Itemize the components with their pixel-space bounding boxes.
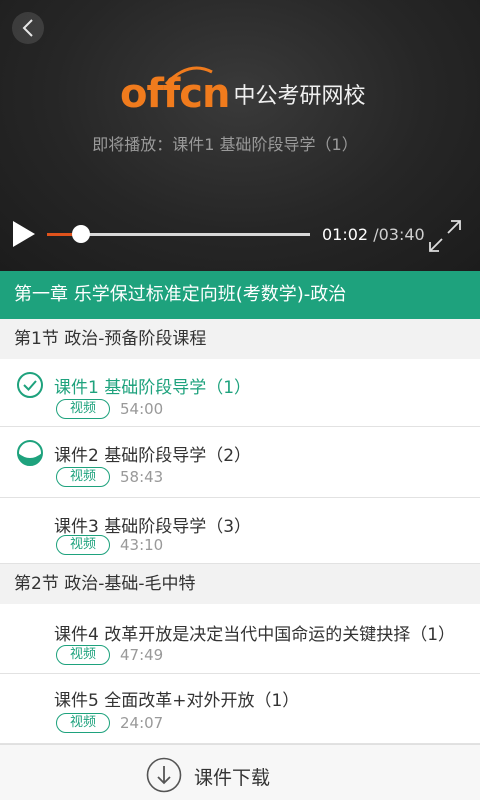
progress-knob[interactable] [72,225,91,243]
lesson-title: 课件5 全面改革+对外开放（1） [54,691,300,711]
play-button[interactable] [11,220,37,248]
video-tag: 视频 [56,713,110,733]
fullscreen-icon [429,220,461,252]
section-header[interactable]: 第1节 政治-预备阶段课程 [0,319,480,359]
now-playing-text: 即将播放：课件1 基础阶段导学（1） [92,135,358,154]
section-header[interactable]: 第2节 政治-基础-毛中特 [0,564,480,604]
lesson-title: 课件1 基础阶段导学（1） [54,378,252,398]
video-tag: 视频 [56,399,110,419]
lesson-duration: 58:43 [120,468,164,486]
lesson-duration: 24:07 [120,714,164,732]
lesson-item[interactable]: 课件1 基础阶段导学（1） 视频 54:00 [0,359,480,427]
video-tag: 视频 [56,467,110,487]
half-circle-icon [17,440,43,466]
chevron-left-icon [22,19,33,37]
lesson-title: 课件4 改革开放是决定当代中国命运的关键抉择（1） [54,625,456,645]
play-icon [13,221,35,247]
progress-bar[interactable] [47,225,310,243]
logo-cn: 中公考研网校 [233,84,366,109]
check-circle-icon [17,372,43,398]
current-time: 01:02 [322,225,369,244]
back-button[interactable] [12,12,44,44]
download-button[interactable]: 课件下载 [0,744,480,800]
lesson-item[interactable]: 课件4 改革开放是决定当代中国命运的关键抉择（1） 视频 47:49 [0,604,480,674]
fullscreen-button[interactable] [428,219,462,253]
lesson-item[interactable]: 课件2 基础阶段导学（2） 视频 58:43 [0,427,480,498]
lesson-duration: 54:00 [120,400,164,418]
video-player[interactable]: offcn 中公考研网校 即将播放：课件1 基础阶段导学（1） 01:02 /0… [0,0,480,271]
offcn-logo: offcn 中公考研网校 [120,64,366,114]
video-tag: 视频 [56,645,110,665]
download-icon [146,757,182,793]
video-tag: 视频 [56,535,110,555]
chapter-title[interactable]: 第一章 乐学保过标准定向班(考数学)-政治 [0,271,480,319]
lesson-title: 课件3 基础阶段导学（3） [54,517,252,537]
lesson-title: 课件2 基础阶段导学（2） [54,446,252,466]
total-time: /03:40 [368,225,425,244]
logo-arc [164,66,213,86]
lesson-item[interactable]: 课件5 全面改革+对外开放（1） 视频 24:07 [0,674,480,744]
download-label: 课件下载 [194,767,271,789]
time-display: 01:02 /03:40 [322,225,425,244]
lesson-duration: 47:49 [120,646,164,664]
lesson-item[interactable]: 课件3 基础阶段导学（3） 视频 43:10 [0,498,480,564]
lesson-duration: 43:10 [120,536,164,554]
